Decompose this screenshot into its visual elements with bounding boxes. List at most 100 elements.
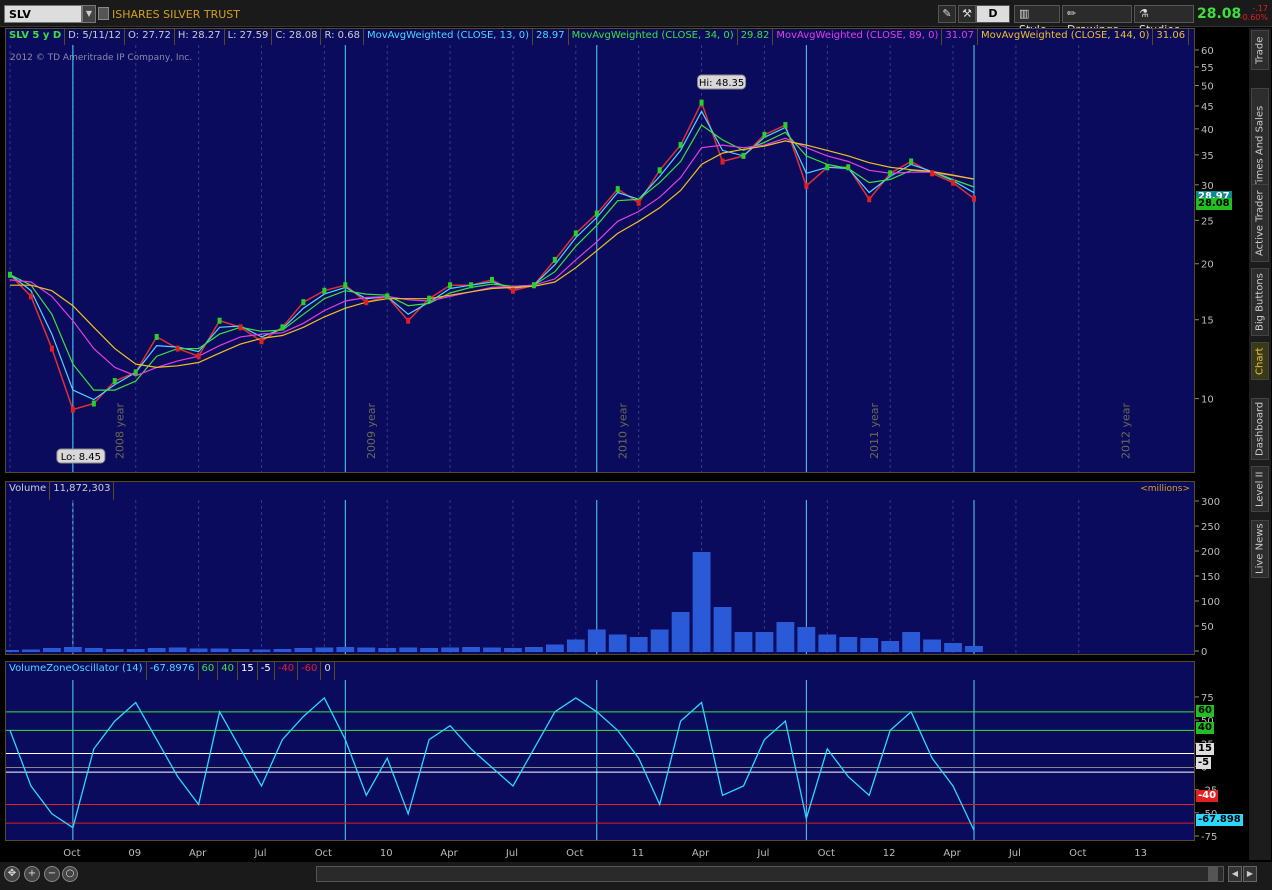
volume-bar [273, 649, 292, 652]
pan-icon[interactable]: ✥ [4, 866, 20, 882]
price-panel[interactable]: SLV 5 y D D: 5/11/12 O: 27.72 H: 28.27 L… [5, 28, 1195, 473]
chart-area[interactable]: SLV 5 y D D: 5/11/12 O: 27.72 H: 28.27 L… [5, 28, 1195, 859]
price-chart-svg[interactable]: 2008 year 2009 year 2010 year 2011 year 2012… [6, 29, 1194, 472]
oscillator-chart-svg[interactable] [6, 662, 1194, 840]
price-tick-label: 50 [1201, 81, 1214, 92]
price-candle [741, 152, 746, 159]
x-axis-label: Oct [566, 848, 583, 859]
x-axis-label: Jul [505, 848, 518, 859]
volume-bar [336, 647, 355, 652]
volume-bar [692, 552, 711, 652]
oscillator-line [9, 696, 975, 831]
pct-change-value: -0.60% [1239, 13, 1268, 22]
style-icon: ▥ [1019, 7, 1030, 20]
price-candle [91, 400, 96, 407]
volume-bar [525, 647, 543, 652]
price-candle [112, 378, 117, 385]
volume-bar [378, 648, 397, 652]
volume-bar [126, 649, 145, 652]
x-axis: Oct 09 Apr Jul Oct 10 Apr Jul Oct 11 Apr Jul Oct 12 Ap… [63, 848, 1147, 859]
top-toolbar: SLV ▼ ISHARES SILVER TRUST ✎ ⚒ D ▥ Style… [0, 0, 1272, 36]
price-candle [28, 293, 33, 300]
side-tab-bar: Trade Times And Sales Active Trader Big … [1249, 28, 1271, 860]
symbol-input[interactable]: SLV [4, 5, 82, 23]
hi-callout-text: Hi: 48.35 [699, 78, 744, 89]
scroll-left-button[interactable]: ◀ [1228, 866, 1242, 882]
zoom-out-icon[interactable]: − [44, 866, 60, 882]
price-series-line [9, 100, 975, 411]
price-candle [636, 199, 641, 206]
lo-callout: Lo: 8.45 [56, 448, 106, 464]
oscillator-tick-label: -75 [1201, 832, 1217, 843]
tab-big-buttons[interactable]: Big Buttons [1251, 268, 1269, 336]
level-60-tag: 60 [1196, 705, 1214, 717]
x-axis-label: Apr [440, 848, 458, 859]
price-candle [238, 324, 243, 331]
year-watermark: 2008 year [114, 402, 127, 459]
volume-bar [504, 648, 522, 652]
price-candle [343, 282, 348, 289]
price-tick-label: 20 [1201, 260, 1214, 271]
volume-bar [6, 650, 19, 652]
price-candle [154, 333, 159, 340]
tab-active-trader[interactable]: Active Trader [1251, 184, 1269, 262]
scrollbar-thumb[interactable] [1208, 866, 1218, 882]
x-axis-label: Jul [756, 848, 769, 859]
year-watermark: 2010 year [617, 402, 630, 459]
volume-bar [797, 627, 816, 652]
tab-live-news[interactable]: Live News [1251, 520, 1269, 578]
price-candle [280, 324, 285, 331]
aggregation-selector[interactable]: D [976, 5, 1010, 23]
volume-bar [84, 648, 103, 652]
scroll-right-button[interactable]: ▶ [1243, 866, 1257, 882]
last-price: 28.08 [1197, 6, 1242, 22]
price-candle [930, 170, 935, 177]
x-axis-label: 11 [631, 848, 644, 859]
horizontal-scrollbar[interactable] [316, 866, 1224, 882]
volume-bar [63, 647, 82, 652]
price-candle [70, 406, 75, 413]
volume-tick-label: 200 [1201, 547, 1220, 558]
tab-dashboard[interactable]: Dashboard [1251, 398, 1269, 460]
volume-bar [545, 644, 564, 652]
drawing-tools-icon[interactable]: ✎ [938, 5, 956, 23]
right-price-axis: 1015202530354045505560050100150200250300… [1195, 46, 1220, 843]
moving-average-line [9, 110, 975, 401]
price-candle [951, 179, 956, 186]
volume-panel[interactable]: Volume 11,872,303 <millions> [5, 481, 1195, 655]
price-candle [448, 282, 453, 289]
hi-callout: Hi: 48.35 [697, 74, 747, 90]
x-axis-label: Apr [692, 848, 710, 859]
tab-level-ii[interactable]: Level II [1251, 466, 1269, 512]
drawings-menu-button[interactable]: ✏ Drawings [1062, 5, 1132, 36]
price-candle [8, 271, 12, 278]
year-watermark: 2011 year [868, 402, 881, 459]
price-tick-label: 10 [1201, 395, 1214, 406]
level-40-tag: 40 [1196, 722, 1214, 734]
tab-trade[interactable]: Trade [1251, 30, 1269, 70]
net-change-value: -.17 [1252, 4, 1268, 13]
style-menu-button[interactable]: ▥ Style [1014, 5, 1060, 36]
zoom-in-icon[interactable]: + [24, 866, 40, 882]
studies-menu-button[interactable]: ⚗ Studies [1134, 5, 1194, 36]
symbol-lookup-icon[interactable] [98, 7, 109, 20]
x-axis-label: 09 [128, 848, 141, 859]
volume-bar [147, 648, 166, 652]
volume-bar [734, 632, 753, 652]
volume-bar [105, 649, 124, 652]
price-candle [531, 282, 536, 289]
volume-bar [902, 632, 921, 652]
symbol-dropdown-button[interactable]: ▼ [82, 5, 96, 23]
reset-zoom-icon[interactable]: ○ [62, 866, 78, 882]
tab-chart[interactable]: Chart [1251, 342, 1269, 380]
volume-bar [839, 637, 858, 652]
price-tick-label: 60 [1201, 46, 1214, 57]
wrench-icon[interactable]: ⚒ [958, 5, 976, 23]
price-candle [427, 295, 432, 302]
volume-bar [210, 648, 229, 652]
volume-chart-svg[interactable] [6, 482, 1194, 654]
oscillator-panel[interactable]: VolumeZoneOscillator (14) -67.8976 60 40… [5, 661, 1195, 841]
price-tick-label: 55 [1201, 63, 1214, 74]
price-candle [406, 317, 411, 324]
bottom-bar: ✥ + − ○ ◀ ▶ [0, 862, 1272, 890]
